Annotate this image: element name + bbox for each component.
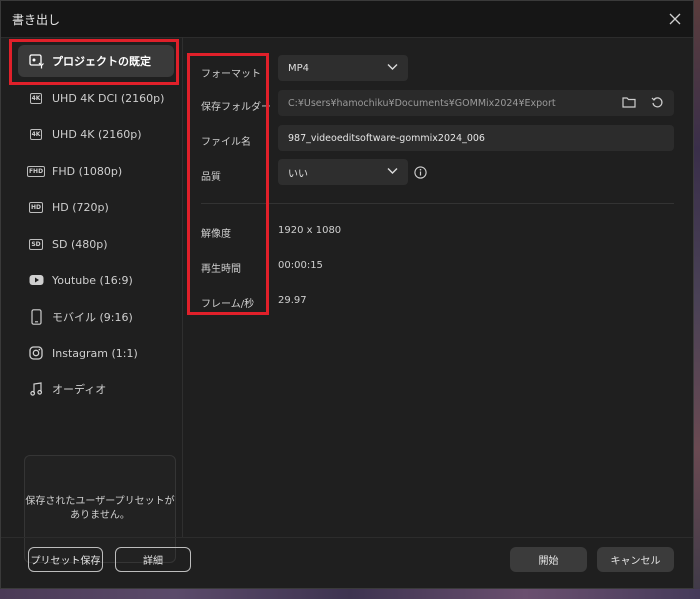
title-bar: 書き出し	[1, 1, 693, 38]
4k-badge-icon: 4K	[29, 92, 43, 104]
info-icon[interactable]	[414, 166, 427, 179]
sidebar-item-label: SD (480p)	[52, 237, 108, 251]
fps-value: 29.97	[278, 295, 307, 306]
sidebar-item-uhd-4k-dci[interactable]: 4K UHD 4K DCI (2160p)	[18, 82, 174, 114]
sidebar-item-audio[interactable]: オーディオ	[18, 373, 174, 405]
highlight-annotation-sidebar	[9, 39, 179, 85]
close-icon	[669, 13, 681, 25]
quality-select[interactable]: いい	[278, 159, 408, 185]
youtube-icon	[28, 272, 44, 288]
sidebar-item-instagram[interactable]: Instagram (1:1)	[18, 337, 174, 369]
details-button[interactable]: 詳細	[115, 547, 191, 572]
empty-preset-message-line2: ありません。	[70, 510, 130, 521]
sidebar-item-uhd-4k[interactable]: 4K UHD 4K (2160p)	[18, 118, 174, 150]
mobile-icon	[28, 309, 44, 325]
fhd-badge-icon: FHD	[26, 165, 46, 177]
folder-path-value: C:¥Users¥hamochiku¥Documents¥GOMMix2024¥…	[288, 97, 556, 109]
sidebar-item-label: モバイル (9:16)	[52, 311, 133, 324]
quality-value: いい	[288, 168, 308, 180]
export-dialog: 書き出し プロジェクトの既定 4K UHD 4K DCI (2160p) 4K	[0, 0, 694, 589]
dialog-title: 書き出し	[12, 13, 61, 27]
dialog-footer: プリセット保存 詳細 開始 キャンセル	[1, 537, 693, 589]
start-button[interactable]: 開始	[510, 547, 587, 572]
music-note-icon	[28, 381, 44, 397]
cancel-button[interactable]: キャンセル	[597, 547, 674, 572]
sidebar-item-sd[interactable]: SD SD (480p)	[18, 228, 174, 260]
preset-sidebar: プロジェクトの既定 4K UHD 4K DCI (2160p) 4K UHD 4…	[6, 37, 183, 563]
sidebar-item-label: HD (720p)	[52, 200, 109, 214]
instagram-icon	[28, 345, 44, 361]
filename-input[interactable]: 987_videoeditsoftware-gommix2024_006	[278, 125, 674, 151]
sidebar-item-label: UHD 4K DCI (2160p)	[52, 91, 165, 105]
format-value: MP4	[288, 62, 310, 74]
4k-badge-icon: 4K	[29, 128, 43, 140]
hd-badge-icon: HD	[28, 201, 43, 213]
filename-value: 987_videoeditsoftware-gommix2024_006	[288, 132, 485, 144]
sidebar-item-hd[interactable]: HD HD (720p)	[18, 191, 174, 223]
folder-icon[interactable]	[622, 96, 636, 108]
duration-value: 00:00:15	[278, 260, 323, 271]
save-preset-button[interactable]: プリセット保存	[28, 547, 103, 572]
sidebar-item-fhd[interactable]: FHD FHD (1080p)	[18, 155, 174, 187]
sidebar-item-label: Instagram (1:1)	[52, 346, 138, 360]
empty-preset-message-line1: 保存されたユーザープリセットが	[25, 496, 175, 507]
format-select[interactable]: MP4	[278, 55, 408, 81]
highlight-annotation-labels	[187, 53, 269, 315]
sd-badge-icon: SD	[29, 238, 43, 250]
sidebar-item-label: FHD (1080p)	[52, 164, 123, 178]
chevron-down-icon	[387, 64, 398, 70]
resolution-value: 1920 x 1080	[278, 225, 342, 236]
sidebar-item-youtube[interactable]: Youtube (16:9)	[18, 264, 174, 296]
desktop-background-bottom	[0, 589, 700, 599]
chevron-down-icon	[387, 168, 398, 174]
sidebar-item-label: オーディオ	[52, 383, 107, 396]
sidebar-item-label: Youtube (16:9)	[52, 273, 133, 287]
reset-icon[interactable]	[651, 96, 664, 109]
close-button[interactable]	[665, 9, 685, 29]
section-divider	[201, 203, 674, 204]
sidebar-item-mobile[interactable]: モバイル (9:16)	[18, 301, 174, 333]
sidebar-item-label: UHD 4K (2160p)	[52, 127, 142, 141]
folder-path-field[interactable]: C:¥Users¥hamochiku¥Documents¥GOMMix2024¥…	[278, 90, 674, 116]
